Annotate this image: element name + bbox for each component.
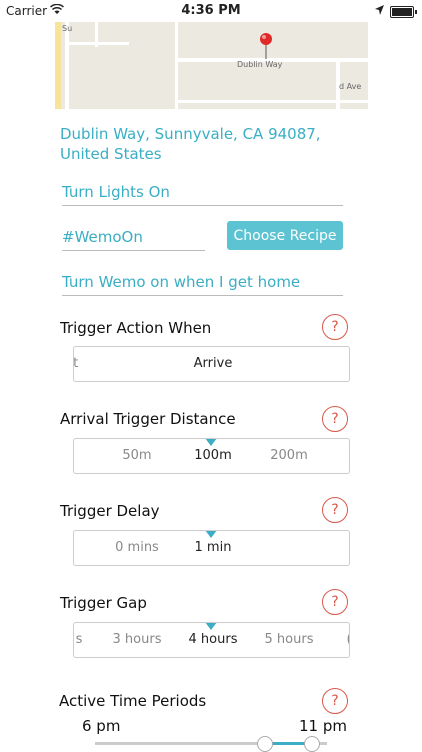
name-field[interactable]: Turn Lights On [62,183,343,206]
picker-option[interactable]: 0 mins [102,531,172,565]
map-road [55,22,61,109]
active-end-time: 11 pm [299,717,347,735]
picker-option[interactable]: 50m [102,439,172,473]
status-bar: Carrier 4:36 PM [0,0,422,22]
active-time-title: Active Time Periods [59,692,207,710]
trigger-delay-picker[interactable]: 0 mins 1 min [73,530,350,566]
trigger-action-picker[interactable]: rt Arrive [73,346,350,382]
arrival-distance-picker[interactable]: 50m 100m 200m [73,438,350,474]
picker-option-selected[interactable]: 4 hours [178,623,248,657]
location-arrow-icon [375,4,384,18]
choose-recipe-button[interactable]: Choose Recipe [227,221,343,250]
trigger-gap-title: Trigger Gap [60,594,147,612]
map-street-label: d Ave [339,82,362,91]
description-field[interactable]: Turn Wemo on when I get home [62,273,343,296]
battery-icon [390,6,417,18]
picker-option-selected[interactable]: 1 min [178,531,248,565]
map-street-label: Su [62,24,73,33]
help-icon[interactable]: ? [322,497,348,523]
help-icon[interactable]: ? [322,406,348,432]
map-road [65,22,69,109]
location-map[interactable]: Su Dublin Way d Ave [55,22,368,109]
map-pin-icon [259,32,273,64]
help-icon[interactable]: ? [322,314,348,340]
picker-option[interactable]: ( [314,623,349,657]
trigger-action-title: Trigger Action When [60,319,212,337]
clock: 4:36 PM [181,3,241,18]
trigger-gap-picker[interactable]: s 3 hours 4 hours 5 hours ( [73,622,350,658]
picker-option[interactable]: rt [74,347,108,381]
map-road [95,22,98,47]
active-time-slider[interactable] [95,736,327,752]
picker-option-selected[interactable]: Arrive [178,347,248,381]
picker-option[interactable]: 200m [254,439,324,473]
map-road [175,22,178,109]
help-icon[interactable]: ? [322,688,348,714]
active-start-time: 6 pm [82,717,121,735]
address-text: Dublin Way, Sunnyvale, CA 94087, United … [60,125,321,163]
map-road [178,100,368,103]
hashtag-field[interactable]: #WemoOn [62,228,205,251]
help-icon[interactable]: ? [322,589,348,615]
picker-option-selected[interactable]: 100m [178,439,248,473]
trigger-delay-title: Trigger Delay [60,502,160,520]
arrival-distance-title: Arrival Trigger Distance [60,410,236,428]
picker-option[interactable]: 3 hours [102,623,172,657]
map-road [69,42,129,45]
